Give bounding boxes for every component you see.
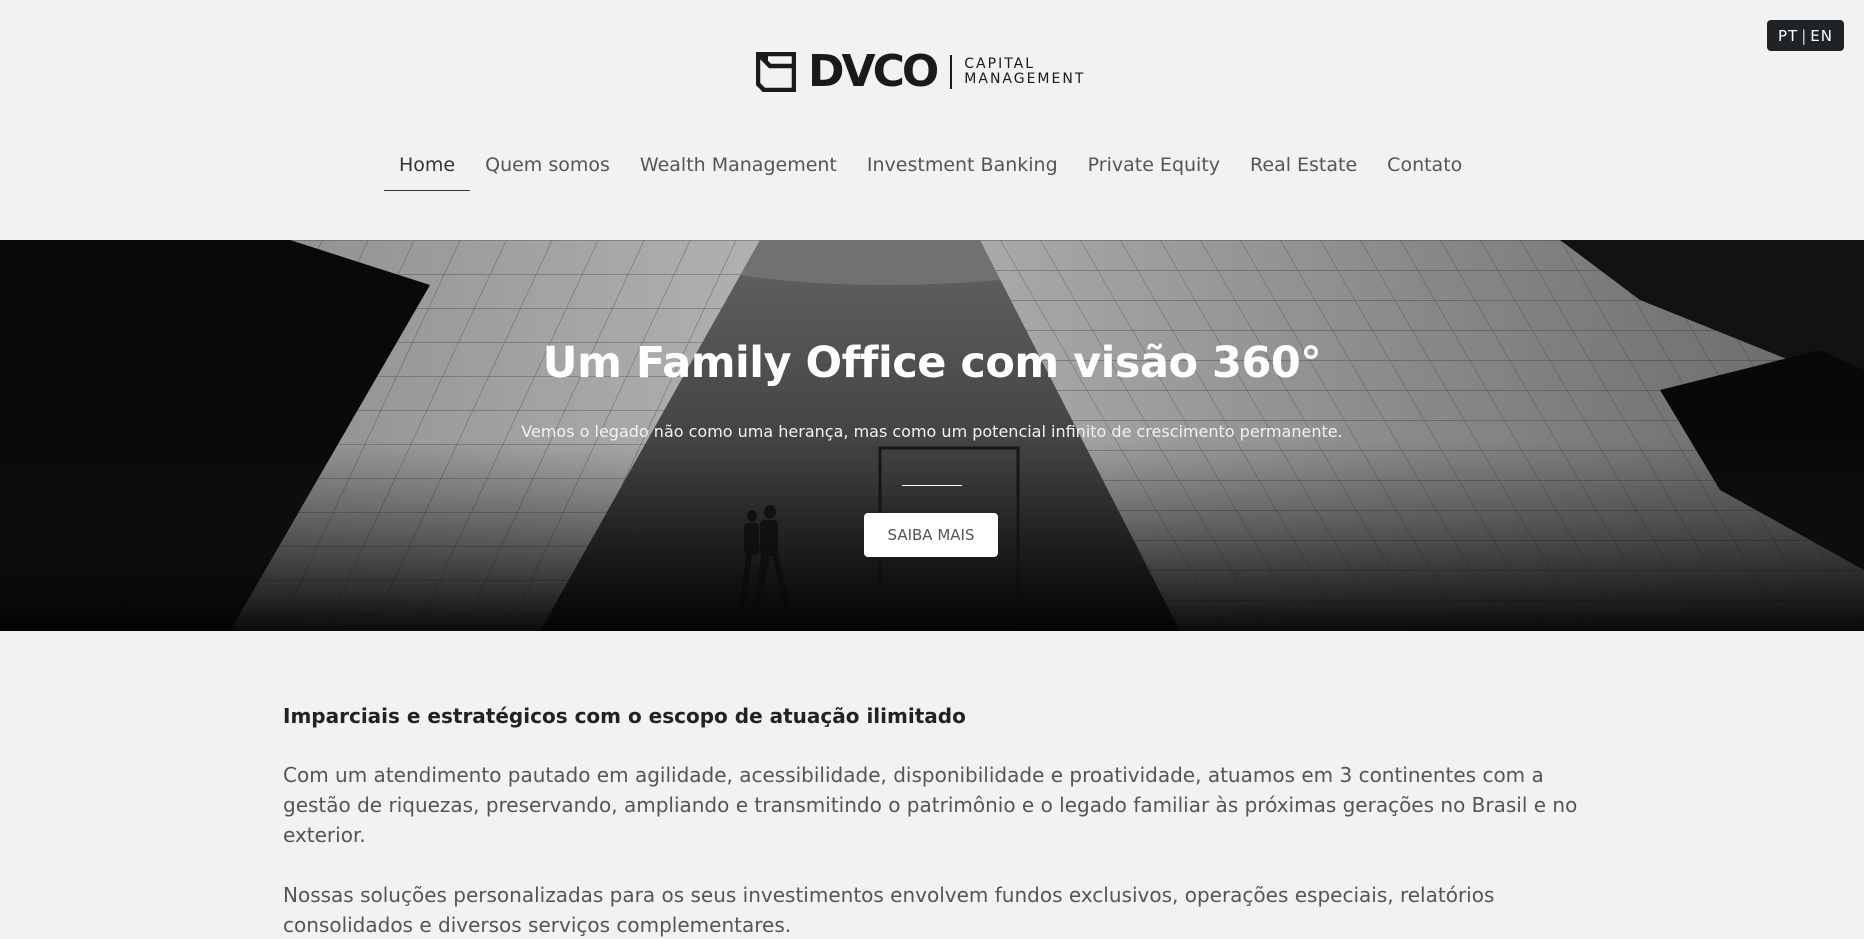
language-toggle: PT | EN bbox=[1767, 20, 1844, 51]
nav-item-quem-somos[interactable]: Quem somos bbox=[470, 148, 625, 190]
intro-heading: Imparciais e estratégicos com o escopo d… bbox=[283, 704, 966, 728]
hero-banner: Um Family Office com visão 360° Vemos o … bbox=[0, 240, 1864, 631]
site-logo[interactable]: DVCO CAPITAL MANAGEMENT bbox=[756, 46, 1085, 97]
lang-en-link[interactable]: EN bbox=[1810, 27, 1833, 45]
hero-divider bbox=[902, 485, 962, 486]
intro-paragraph: Nossas soluções personalizadas para os s… bbox=[283, 883, 1495, 937]
main-nav: Home Quem somos Wealth Management Invest… bbox=[384, 148, 1477, 191]
lang-pt-link[interactable]: PT bbox=[1778, 27, 1798, 45]
nav-item-real-estate[interactable]: Real Estate bbox=[1235, 148, 1372, 190]
nav-item-home[interactable]: Home bbox=[384, 148, 471, 191]
nav-item-wealth-management[interactable]: Wealth Management bbox=[625, 148, 852, 190]
hero-title: Um Family Office com visão 360° bbox=[542, 338, 1322, 388]
nav-item-investment-banking[interactable]: Investment Banking bbox=[852, 148, 1073, 190]
saiba-mais-button[interactable]: SAIBA MAIS bbox=[864, 513, 998, 557]
nav-item-contato[interactable]: Contato bbox=[1372, 148, 1477, 190]
logo-subtitle-line1: CAPITAL bbox=[964, 56, 1036, 72]
nav-item-private-equity[interactable]: Private Equity bbox=[1073, 148, 1235, 190]
dvco-square-logo-icon bbox=[756, 52, 796, 92]
logo-divider bbox=[950, 55, 953, 89]
hero-content: Um Family Office com visão 360° Vemos o … bbox=[0, 240, 1864, 631]
intro-section: Imparciais e estratégicos com o escopo d… bbox=[283, 704, 1583, 939]
logo-subtitle-line2: MANAGEMENT bbox=[964, 71, 1086, 87]
logo-wordmark: DVCO bbox=[808, 46, 939, 97]
hero-subtitle: Vemos o legado não como uma herança, mas… bbox=[521, 422, 1343, 441]
logo-subtitle: CAPITAL MANAGEMENT bbox=[964, 57, 1085, 87]
lang-separator: | bbox=[1801, 26, 1808, 45]
intro-paragraph: Com um atendimento pautado em agilidade,… bbox=[283, 763, 1578, 847]
